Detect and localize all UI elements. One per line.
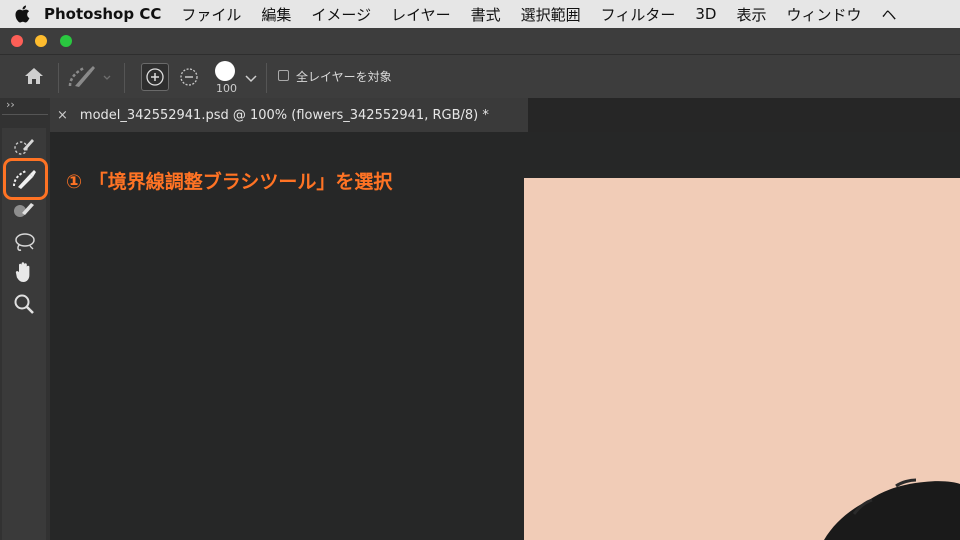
menu-3d[interactable]: 3D (695, 5, 716, 23)
extend-area-button[interactable] (141, 63, 169, 91)
plus-circle-icon (146, 68, 164, 86)
menu-select[interactable]: 選択範囲 (521, 4, 581, 25)
quick-selection-icon[interactable] (10, 133, 38, 159)
menu-edit[interactable]: 編集 (261, 4, 291, 25)
close-window-button[interactable] (11, 35, 23, 47)
document-tab-bar: × model_342552941.psd @ 100% (flowers_34… (50, 98, 960, 132)
minimize-window-button[interactable] (35, 35, 47, 47)
menu-view[interactable]: 表示 (736, 4, 766, 25)
zoom-icon[interactable] (10, 291, 38, 317)
menu-file[interactable]: ファイル (181, 4, 241, 25)
hair-silhouette (824, 478, 960, 540)
sample-all-layers-checkbox[interactable] (278, 70, 289, 81)
zoom-window-button[interactable] (60, 35, 72, 47)
menu-bar: Photoshop CC ファイル 編集 イメージ レイヤー 書式 選択範囲 フ… (0, 0, 960, 28)
hand-icon[interactable] (10, 259, 38, 285)
refine-edge-brush-preset-icon (68, 66, 111, 87)
options-bar (0, 54, 960, 99)
home-icon[interactable] (22, 65, 46, 87)
menu-help[interactable]: ヘ (882, 4, 897, 25)
lasso-icon[interactable] (10, 229, 38, 255)
menu-image[interactable]: イメージ (311, 4, 371, 25)
sample-all-layers-label: 全レイヤーを対象 (296, 70, 392, 84)
restore-original-edge-button[interactable] (175, 63, 203, 91)
brush-size-value: 100 (216, 82, 237, 95)
menu-layer[interactable]: レイヤー (391, 4, 451, 25)
document-tab-label: model_342552941.psd @ 100% (flowers_3425… (79, 107, 489, 123)
brush-tip-preview (215, 61, 235, 81)
window-title-bar (0, 28, 960, 54)
menu-window[interactable]: ウィンドウ (786, 4, 861, 25)
document-canvas-image[interactable] (524, 178, 960, 540)
tool-preset-picker[interactable] (64, 62, 116, 92)
app-name-menu[interactable]: Photoshop CC (44, 5, 161, 23)
apple-icon[interactable] (0, 0, 44, 28)
tool-highlight-box (3, 158, 48, 200)
minus-circle-icon (180, 68, 198, 86)
annotation-callout: ① 「境界線調整ブラシツール」を選択 (66, 171, 393, 193)
close-tab-icon[interactable]: × (57, 108, 68, 123)
menu-filter[interactable]: フィルター (601, 4, 676, 25)
menu-type[interactable]: 書式 (471, 4, 501, 25)
collapse-panel-button[interactable]: ›› (6, 98, 15, 111)
chevron-down-icon (245, 75, 257, 83)
document-tab[interactable]: × model_342552941.psd @ 100% (flowers_34… (50, 98, 528, 132)
